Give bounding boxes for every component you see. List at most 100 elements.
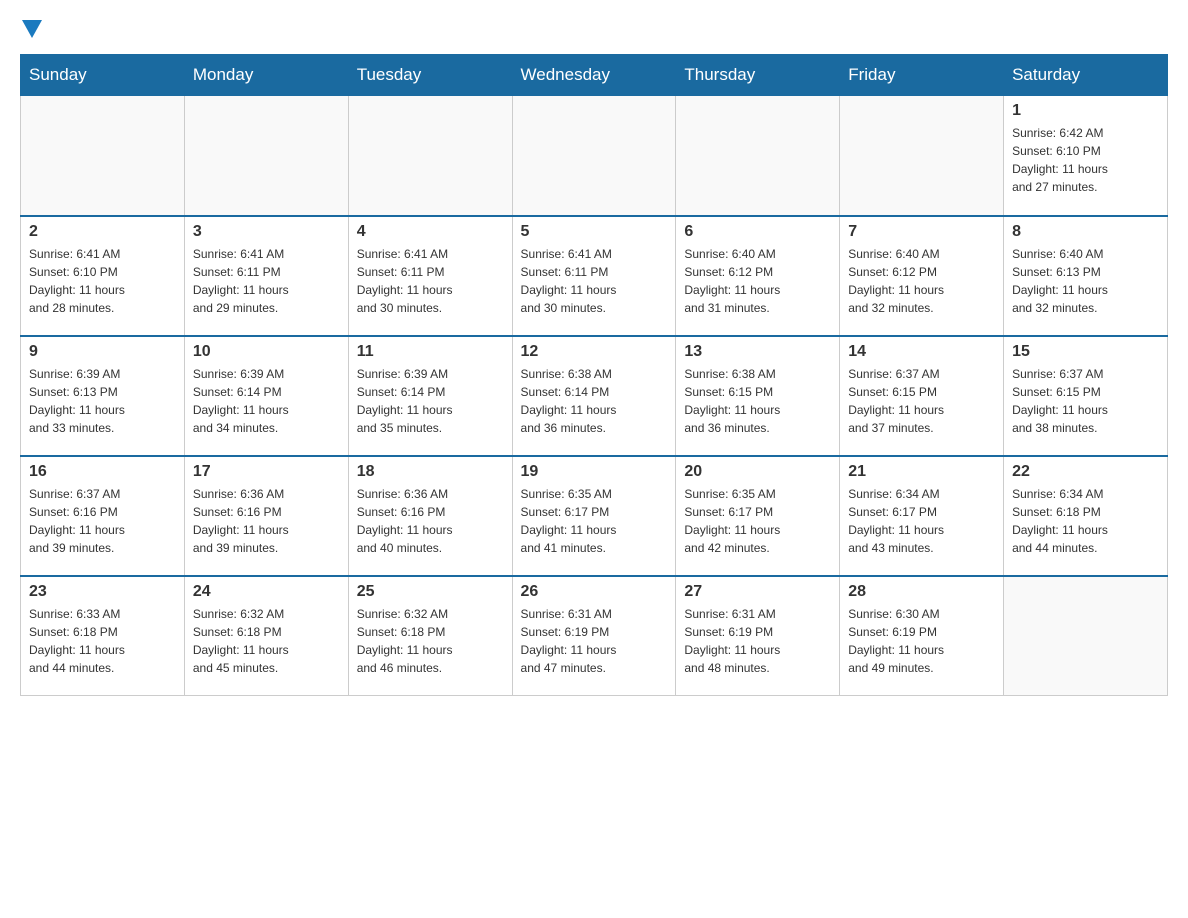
day-header-friday: Friday	[840, 55, 1004, 96]
day-number: 7	[848, 223, 995, 241]
calendar-cell: 15 Sunrise: 6:37 AMSunset: 6:15 PMDayligh…	[1004, 336, 1168, 456]
calendar-cell: 14 Sunrise: 6:37 AMSunset: 6:15 PMDayligh…	[840, 336, 1004, 456]
day-info: Sunrise: 6:41 AMSunset: 6:10 PMDaylight:…	[29, 245, 176, 317]
calendar-cell	[184, 96, 348, 216]
calendar-cell: 3 Sunrise: 6:41 AMSunset: 6:11 PMDaylight…	[184, 216, 348, 336]
calendar-cell: 19 Sunrise: 6:35 AMSunset: 6:17 PMDayligh…	[512, 456, 676, 576]
day-info: Sunrise: 6:32 AMSunset: 6:18 PMDaylight:…	[357, 605, 504, 677]
calendar-cell: 24Sunrise: 6:32 AMSunset: 6:18 PMDayligh…	[184, 576, 348, 696]
day-number: 27	[684, 583, 831, 601]
day-info: Sunrise: 6:40 AMSunset: 6:13 PMDaylight:…	[1012, 245, 1159, 317]
day-info: Sunrise: 6:35 AMSunset: 6:17 PMDaylight:…	[521, 485, 668, 557]
day-info: Sunrise: 6:31 AMSunset: 6:19 PMDaylight:…	[684, 605, 831, 677]
day-number: 16	[29, 463, 176, 481]
calendar-cell	[1004, 576, 1168, 696]
calendar-cell: 2 Sunrise: 6:41 AMSunset: 6:10 PMDaylight…	[21, 216, 185, 336]
calendar-header-row: SundayMondayTuesdayWednesdayThursdayFrid…	[21, 55, 1168, 96]
day-number: 25	[357, 583, 504, 601]
day-info: Sunrise: 6:33 AMSunset: 6:18 PMDaylight:…	[29, 605, 176, 677]
day-number: 9	[29, 343, 176, 361]
day-info: Sunrise: 6:41 AMSunset: 6:11 PMDaylight:…	[357, 245, 504, 317]
calendar-cell: 18 Sunrise: 6:36 AMSunset: 6:16 PMDayligh…	[348, 456, 512, 576]
day-info: Sunrise: 6:34 AMSunset: 6:17 PMDaylight:…	[848, 485, 995, 557]
calendar-cell: 16 Sunrise: 6:37 AMSunset: 6:16 PMDayligh…	[21, 456, 185, 576]
day-number: 28	[848, 583, 995, 601]
day-header-wednesday: Wednesday	[512, 55, 676, 96]
calendar-cell: 10 Sunrise: 6:39 AMSunset: 6:14 PMDayligh…	[184, 336, 348, 456]
day-info: Sunrise: 6:42 AMSunset: 6:10 PMDaylight:…	[1012, 124, 1159, 196]
day-number: 2	[29, 223, 176, 241]
calendar-cell: 27 Sunrise: 6:31 AMSunset: 6:19 PMDayligh…	[676, 576, 840, 696]
day-number: 3	[193, 223, 340, 241]
day-number: 19	[521, 463, 668, 481]
day-number: 24	[193, 583, 340, 601]
day-number: 21	[848, 463, 995, 481]
day-info: Sunrise: 6:41 AMSunset: 6:11 PMDaylight:…	[521, 245, 668, 317]
calendar-cell: 21 Sunrise: 6:34 AMSunset: 6:17 PMDayligh…	[840, 456, 1004, 576]
day-info: Sunrise: 6:37 AMSunset: 6:15 PMDaylight:…	[1012, 365, 1159, 437]
day-number: 23	[29, 583, 176, 601]
calendar-cell	[21, 96, 185, 216]
day-info: Sunrise: 6:39 AMSunset: 6:14 PMDaylight:…	[357, 365, 504, 437]
calendar-cell: 4 Sunrise: 6:41 AMSunset: 6:11 PMDaylight…	[348, 216, 512, 336]
day-info: Sunrise: 6:41 AMSunset: 6:11 PMDaylight:…	[193, 245, 340, 317]
day-info: Sunrise: 6:34 AMSunset: 6:18 PMDaylight:…	[1012, 485, 1159, 557]
calendar-cell: 9 Sunrise: 6:39 AMSunset: 6:13 PMDaylight…	[21, 336, 185, 456]
day-header-saturday: Saturday	[1004, 55, 1168, 96]
day-info: Sunrise: 6:36 AMSunset: 6:16 PMDaylight:…	[357, 485, 504, 557]
day-header-monday: Monday	[184, 55, 348, 96]
calendar-cell: 11 Sunrise: 6:39 AMSunset: 6:14 PMDayligh…	[348, 336, 512, 456]
day-number: 22	[1012, 463, 1159, 481]
calendar-week-row: 1 Sunrise: 6:42 AMSunset: 6:10 PMDaylight…	[21, 96, 1168, 216]
calendar-week-row: 2 Sunrise: 6:41 AMSunset: 6:10 PMDaylight…	[21, 216, 1168, 336]
calendar-cell: 13Sunrise: 6:38 AMSunset: 6:15 PMDayligh…	[676, 336, 840, 456]
page-header	[20, 20, 1168, 38]
day-info: Sunrise: 6:31 AMSunset: 6:19 PMDaylight:…	[521, 605, 668, 677]
day-number: 15	[1012, 343, 1159, 361]
day-number: 26	[521, 583, 668, 601]
calendar-week-row: 16 Sunrise: 6:37 AMSunset: 6:16 PMDayligh…	[21, 456, 1168, 576]
day-info: Sunrise: 6:36 AMSunset: 6:16 PMDaylight:…	[193, 485, 340, 557]
calendar-table: SundayMondayTuesdayWednesdayThursdayFrid…	[20, 54, 1168, 696]
day-number: 10	[193, 343, 340, 361]
day-header-tuesday: Tuesday	[348, 55, 512, 96]
calendar-cell: 28 Sunrise: 6:30 AMSunset: 6:19 PMDayligh…	[840, 576, 1004, 696]
calendar-cell: 1 Sunrise: 6:42 AMSunset: 6:10 PMDaylight…	[1004, 96, 1168, 216]
day-header-thursday: Thursday	[676, 55, 840, 96]
calendar-week-row: 23 Sunrise: 6:33 AMSunset: 6:18 PMDayligh…	[21, 576, 1168, 696]
day-info: Sunrise: 6:40 AMSunset: 6:12 PMDaylight:…	[684, 245, 831, 317]
day-info: Sunrise: 6:35 AMSunset: 6:17 PMDaylight:…	[684, 485, 831, 557]
day-number: 6	[684, 223, 831, 241]
calendar-cell: 5 Sunrise: 6:41 AMSunset: 6:11 PMDaylight…	[512, 216, 676, 336]
day-number: 18	[357, 463, 504, 481]
calendar-cell: 20 Sunrise: 6:35 AMSunset: 6:17 PMDayligh…	[676, 456, 840, 576]
day-number: 20	[684, 463, 831, 481]
day-info: Sunrise: 6:39 AMSunset: 6:14 PMDaylight:…	[193, 365, 340, 437]
day-number: 8	[1012, 223, 1159, 241]
day-number: 17	[193, 463, 340, 481]
calendar-cell: 17 Sunrise: 6:36 AMSunset: 6:16 PMDayligh…	[184, 456, 348, 576]
calendar-cell	[348, 96, 512, 216]
day-number: 1	[1012, 102, 1159, 120]
day-info: Sunrise: 6:37 AMSunset: 6:16 PMDaylight:…	[29, 485, 176, 557]
day-info: Sunrise: 6:38 AMSunset: 6:14 PMDaylight:…	[521, 365, 668, 437]
day-info: Sunrise: 6:39 AMSunset: 6:13 PMDaylight:…	[29, 365, 176, 437]
day-info: Sunrise: 6:37 AMSunset: 6:15 PMDaylight:…	[848, 365, 995, 437]
day-number: 13	[684, 343, 831, 361]
day-number: 14	[848, 343, 995, 361]
day-info: Sunrise: 6:40 AMSunset: 6:12 PMDaylight:…	[848, 245, 995, 317]
calendar-cell	[676, 96, 840, 216]
calendar-cell: 6 Sunrise: 6:40 AMSunset: 6:12 PMDaylight…	[676, 216, 840, 336]
day-number: 4	[357, 223, 504, 241]
calendar-cell: 12 Sunrise: 6:38 AMSunset: 6:14 PMDayligh…	[512, 336, 676, 456]
day-header-sunday: Sunday	[21, 55, 185, 96]
day-number: 5	[521, 223, 668, 241]
day-info: Sunrise: 6:30 AMSunset: 6:19 PMDaylight:…	[848, 605, 995, 677]
calendar-cell: 8 Sunrise: 6:40 AMSunset: 6:13 PMDaylight…	[1004, 216, 1168, 336]
calendar-cell: 23 Sunrise: 6:33 AMSunset: 6:18 PMDayligh…	[21, 576, 185, 696]
logo	[20, 20, 44, 38]
day-number: 12	[521, 343, 668, 361]
day-number: 11	[357, 343, 504, 361]
calendar-cell: 7 Sunrise: 6:40 AMSunset: 6:12 PMDaylight…	[840, 216, 1004, 336]
logo-triangle-icon	[22, 20, 42, 38]
